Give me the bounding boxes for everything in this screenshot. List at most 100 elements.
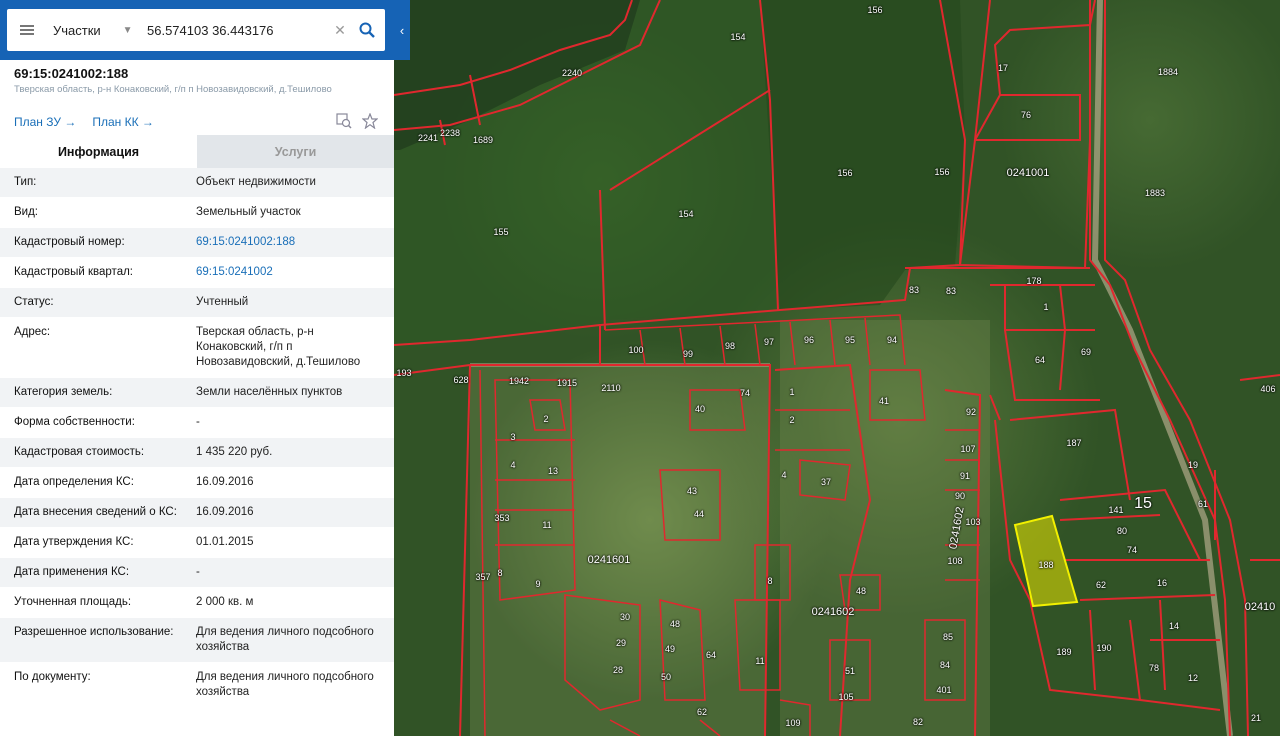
parcel-number-label: 17 (997, 63, 1009, 73)
info-row: Кадастровая стоимость: 1 435 220 руб. (0, 438, 394, 468)
parcel-number-label: 357 (475, 572, 491, 582)
parcel-number-label: 84 (939, 660, 951, 670)
parcel-number-label: 8 (767, 576, 773, 586)
object-header: 69:15:0241002:188 Тверская область, р-н … (14, 66, 384, 95)
parcel-number-label: 44 (693, 509, 705, 519)
parcel-number-label: 74 (739, 388, 751, 398)
parcel-number-label: 1689 (472, 135, 494, 145)
parcel-number-label: 82 (912, 717, 924, 727)
info-row-value: Для ведения личного подсобного хозяйства (196, 671, 374, 698)
cadastral-block-label: 02410 (1244, 601, 1276, 613)
parcel-number-label: 74 (1126, 545, 1138, 555)
parcel-number-label: 21 (1250, 713, 1262, 723)
parcel-number-label: 353 (494, 513, 510, 523)
parcel-number-label: 189 (1056, 647, 1072, 657)
parcel-number-label: 12 (1187, 673, 1199, 683)
info-row: Адрес: Тверская область, р-н Конаковский,… (0, 318, 394, 378)
parcel-number-label: 2 (543, 414, 549, 424)
parcel-number-label: 90 (954, 491, 966, 501)
parcel-number-label: 97 (763, 337, 775, 347)
plan-kk-link[interactable]: План КК → (92, 115, 154, 129)
parcel-number-label: 2 (789, 415, 795, 425)
info-panel: 69:15:0241002:188 Тверская область, р-н … (0, 60, 394, 736)
info-row-value: Земельный участок (196, 206, 301, 218)
info-row-value: 16.09.2016 (196, 476, 254, 488)
info-row-label: Дата определения КС: (14, 476, 134, 488)
tab-info[interactable]: Информация (0, 135, 197, 168)
info-row-label: Дата утверждения КС: (14, 536, 134, 548)
parcel-number-label: 141 (1108, 505, 1124, 515)
search-bar: Участки ▼ ✕ (0, 0, 410, 60)
parcel-number-label: 80 (1116, 526, 1128, 536)
parcel-number-label: 3 (510, 432, 516, 442)
type-select[interactable]: Участки ▼ (47, 9, 147, 51)
info-row: Дата применения КС: - (0, 558, 394, 588)
info-row: Дата внесения сведений о КС: 16.09.2016 (0, 498, 394, 528)
info-row-value: Учтенный (196, 296, 249, 308)
parcel-number-label: 156 (867, 5, 883, 15)
info-row-label: Форма собственности: (14, 416, 135, 428)
info-row-label: Категория земель: (14, 386, 113, 398)
parcel-number-label: 1884 (1157, 67, 1179, 77)
info-row: Дата определения КС: 16.09.2016 (0, 468, 394, 498)
parcel-number-label: 105 (838, 692, 854, 702)
parcel-number-label: 30 (619, 612, 631, 622)
cadastral-block-label: 0241602 (811, 606, 855, 618)
parcel-number-label: 406 (1260, 384, 1276, 394)
zoom-to-object-icon[interactable] (336, 113, 352, 129)
chevron-down-icon: ▼ (122, 24, 133, 36)
collapse-panel-button[interactable]: ‹ (394, 0, 410, 60)
parcel-number-label: 190 (1096, 643, 1112, 653)
search-button[interactable] (349, 9, 385, 51)
header-actions (336, 113, 378, 129)
clear-search-icon[interactable]: ✕ (331, 22, 349, 39)
tab-services[interactable]: Услуги (197, 135, 394, 168)
parcel-number-label: 13 (547, 466, 559, 476)
search-box: Участки ▼ ✕ (7, 9, 385, 51)
parcel-number-label: 99 (682, 349, 694, 359)
info-row: Тип: Объект недвижимости (0, 168, 394, 198)
info-row-link[interactable]: 69:15:0241002:188 (196, 235, 380, 250)
parcel-number-label: 76 (1020, 110, 1032, 120)
parcel-number-label: 1915 (556, 378, 578, 388)
parcel-number-label: 83 (945, 286, 957, 296)
plan-zu-link[interactable]: План ЗУ → (14, 115, 76, 129)
info-row: Вид: Земельный участок (0, 198, 394, 228)
parcel-number-label: 1883 (1144, 188, 1166, 198)
parcel-number-label: 1 (1043, 302, 1049, 312)
parcel-number-label: 62 (1095, 580, 1107, 590)
parcel-number-label: 156 (934, 167, 950, 177)
parcel-number-label: 2110 (601, 383, 621, 393)
info-row: Форма собственности: - (0, 408, 394, 438)
info-row-label: Тип: (14, 176, 37, 188)
parcel-number-label: 154 (730, 32, 746, 42)
parcel-number-label: 103 (965, 517, 981, 527)
parcel-number-label: 85 (942, 632, 954, 642)
menu-button[interactable] (7, 9, 47, 51)
info-row-label: Дата применения КС: (14, 566, 130, 578)
parcel-number-label: 94 (886, 335, 898, 345)
parcel-number-label: 11 (542, 520, 552, 530)
parcel-number-label: 155 (493, 227, 509, 237)
info-row-label: Статус: (14, 296, 54, 308)
parcel-number-label: 41 (878, 396, 890, 406)
parcel-number-label: 96 (803, 335, 815, 345)
parcel-number-label: 61 (1197, 499, 1209, 509)
info-row: Разрешенное использование: Для ведения ли… (0, 618, 394, 663)
parcel-number-label: 37 (820, 477, 832, 487)
parcel-number-label: 628 (453, 375, 469, 385)
search-input[interactable] (147, 9, 331, 51)
info-row-label: По документу: (14, 671, 91, 683)
parcel-number-label: 98 (724, 341, 736, 351)
info-table: Тип: Объект недвижимости Вид: Земельный уча… (0, 168, 394, 708)
cadastral-block-label: 0241601 (587, 554, 631, 566)
info-row-value: Тверская область, р-н Конаковский, г/п п… (196, 326, 361, 368)
info-row-value: Для ведения личного подсобного хозяйства (196, 626, 374, 653)
parcel-number-label: 15 (1134, 495, 1152, 512)
cadastral-block-label: 0241001 (1006, 167, 1050, 179)
info-row-link[interactable]: 69:15:0241002 (196, 265, 380, 280)
favorite-star-icon[interactable] (362, 113, 378, 129)
parcel-number-label: 29 (615, 638, 627, 648)
info-row-value: 16.09.2016 (196, 506, 254, 518)
info-row: Статус: Учтенный (0, 288, 394, 318)
